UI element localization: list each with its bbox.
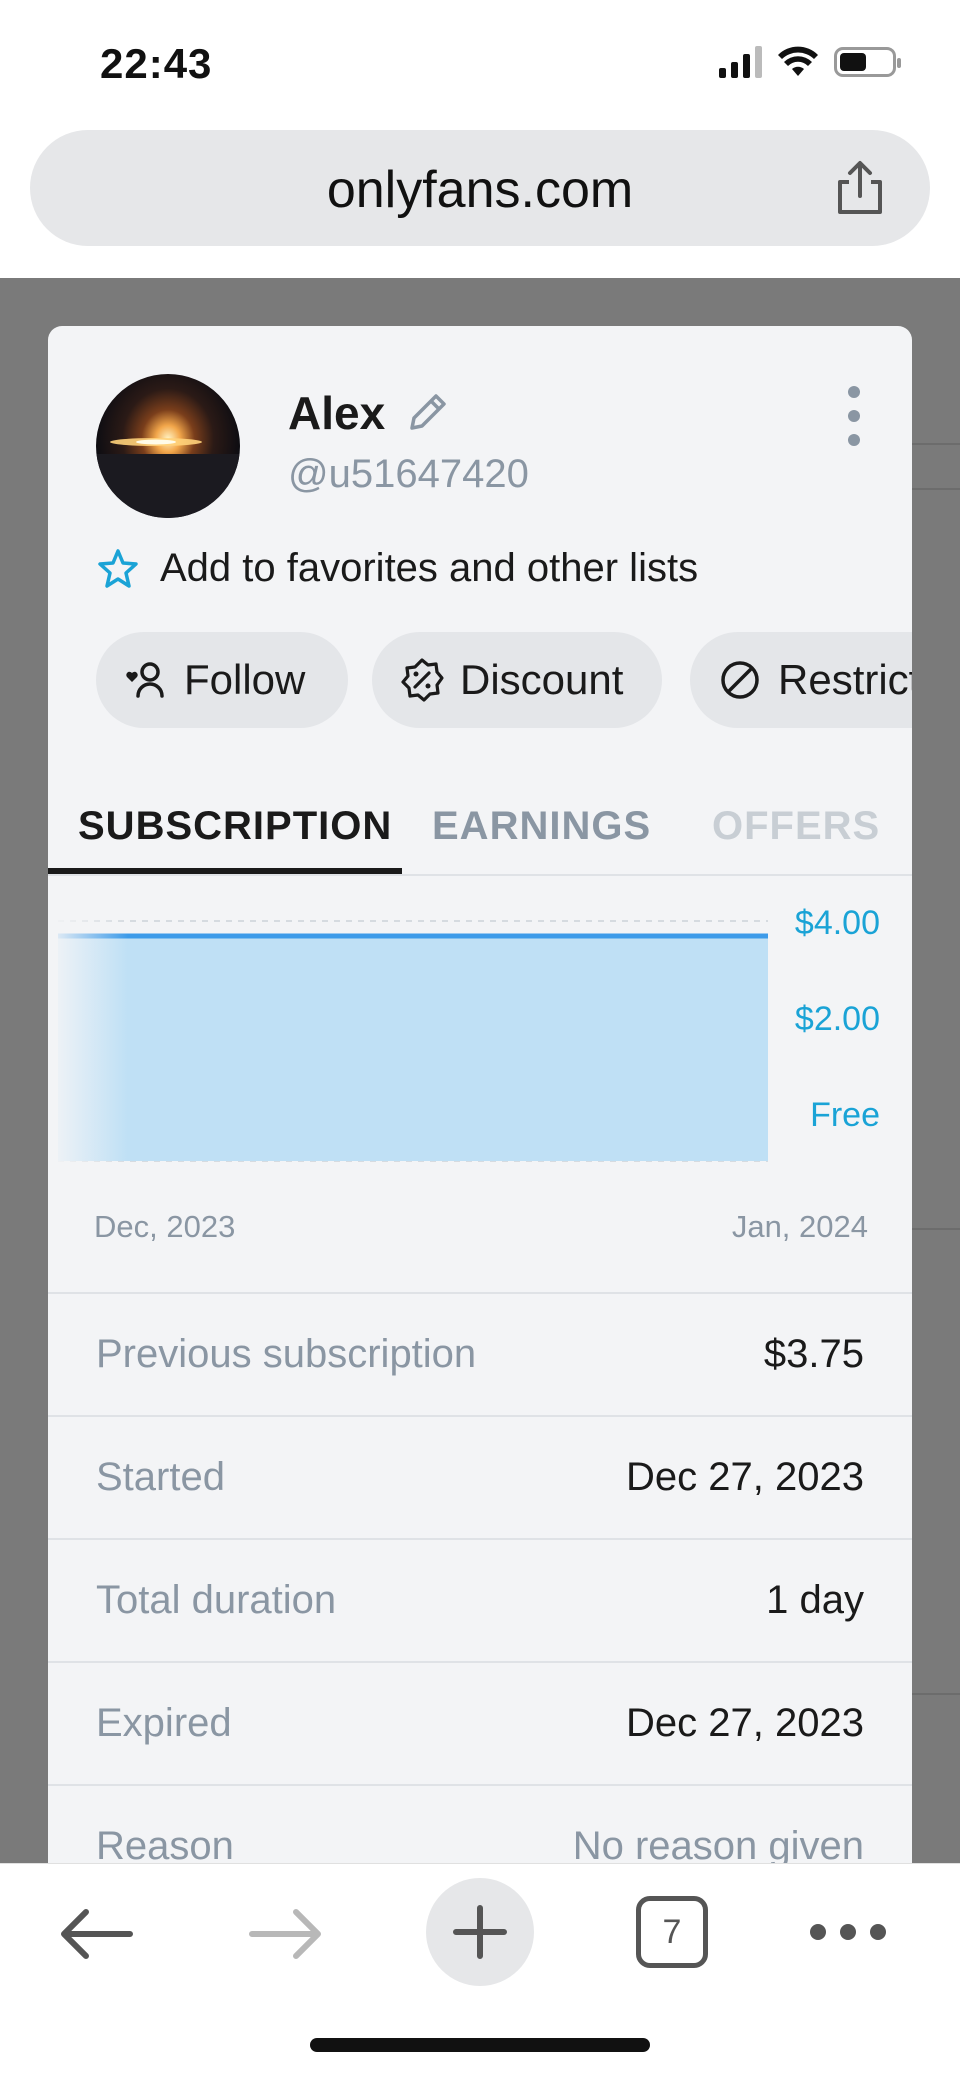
- active-tab-indicator: [48, 868, 402, 874]
- y-tick-label: Free: [810, 1096, 880, 1134]
- more-vertical-icon[interactable]: [844, 386, 864, 446]
- detail-row: Previous subscription $3.75: [48, 1294, 912, 1417]
- follow-label: Follow: [184, 656, 306, 703]
- address-bar[interactable]: onlyfans.com: [30, 130, 930, 246]
- detail-label: Expired: [96, 1701, 232, 1745]
- status-icons: [719, 46, 901, 78]
- status-time: 22:43: [100, 40, 213, 87]
- subscriber-card: Alex @u51647420 Add to favorites and oth…: [48, 326, 912, 1863]
- pencil-icon[interactable]: [404, 388, 452, 436]
- detail-row: Total duration 1 day: [48, 1540, 912, 1663]
- follow-button[interactable]: Follow: [96, 632, 348, 728]
- arrow-left-icon[interactable]: [56, 1904, 136, 1964]
- detail-value: Dec 27, 2023: [626, 1701, 864, 1745]
- signal-icon: [719, 46, 762, 78]
- action-chips: Follow Discount Restrict: [96, 632, 912, 728]
- detail-row: Started Dec 27, 2023: [48, 1417, 912, 1540]
- share-icon[interactable]: [830, 158, 890, 218]
- series-area: [58, 936, 768, 1161]
- profile-handle: @u51647420: [288, 452, 529, 496]
- avatar[interactable]: [96, 374, 240, 518]
- subscription-details: Previous subscription $3.75 Started Dec …: [48, 1292, 912, 1863]
- profile-name: Alex: [288, 387, 386, 439]
- x-tick-label: Dec, 2023: [94, 1209, 236, 1244]
- detail-label: Total duration: [96, 1578, 337, 1622]
- restrict-button[interactable]: Restrict: [690, 632, 912, 728]
- detail-value: 1 day: [766, 1578, 864, 1622]
- tab-earnings[interactable]: EARNINGS: [432, 804, 651, 849]
- wifi-icon: [778, 46, 818, 76]
- tab-offers[interactable]: OFFERS: [712, 804, 880, 849]
- y-tick-label: $2.00: [794, 1000, 880, 1038]
- add-to-lists-button[interactable]: Add to favorites and other lists: [96, 546, 698, 591]
- tab-subscription[interactable]: SUBSCRIPTION: [78, 804, 392, 849]
- user-heart-icon: [126, 662, 164, 698]
- restrict-label: Restrict: [778, 656, 912, 703]
- new-tab-button[interactable]: [426, 1878, 534, 1986]
- tab-switcher-button[interactable]: 7: [636, 1896, 708, 1968]
- battery-icon: [834, 47, 901, 77]
- detail-row: Expired Dec 27, 2023: [48, 1663, 912, 1786]
- block-icon: [721, 661, 759, 699]
- url-text: onlyfans.com: [326, 161, 634, 219]
- more-horizontal-icon[interactable]: [810, 1924, 886, 1940]
- add-to-lists-label: Add to favorites and other lists: [160, 546, 699, 590]
- detail-label: Started: [96, 1455, 225, 1499]
- status-bar: 22:43: [0, 0, 960, 120]
- tab-bar: SUBSCRIPTION EARNINGS OFFERS: [48, 796, 912, 876]
- detail-label: Previous subscription: [96, 1332, 477, 1376]
- detail-row: Reason No reason given: [48, 1786, 912, 1863]
- arrow-right-icon[interactable]: [246, 1904, 326, 1964]
- detail-label: Reason: [96, 1824, 234, 1863]
- discount-label: Discount: [460, 656, 624, 703]
- badge-percent-icon: [401, 658, 444, 702]
- home-indicator: [310, 2038, 650, 2052]
- star-icon: [98, 548, 138, 588]
- detail-value: Dec 27, 2023: [626, 1455, 864, 1499]
- y-tick-label: $4.00: [794, 904, 880, 942]
- discount-button[interactable]: Discount: [372, 632, 662, 728]
- x-tick-label: Jan, 2024: [731, 1209, 868, 1244]
- detail-value: $3.75: [763, 1332, 864, 1376]
- detail-value: No reason given: [572, 1824, 864, 1863]
- plus-icon: [453, 1905, 507, 1959]
